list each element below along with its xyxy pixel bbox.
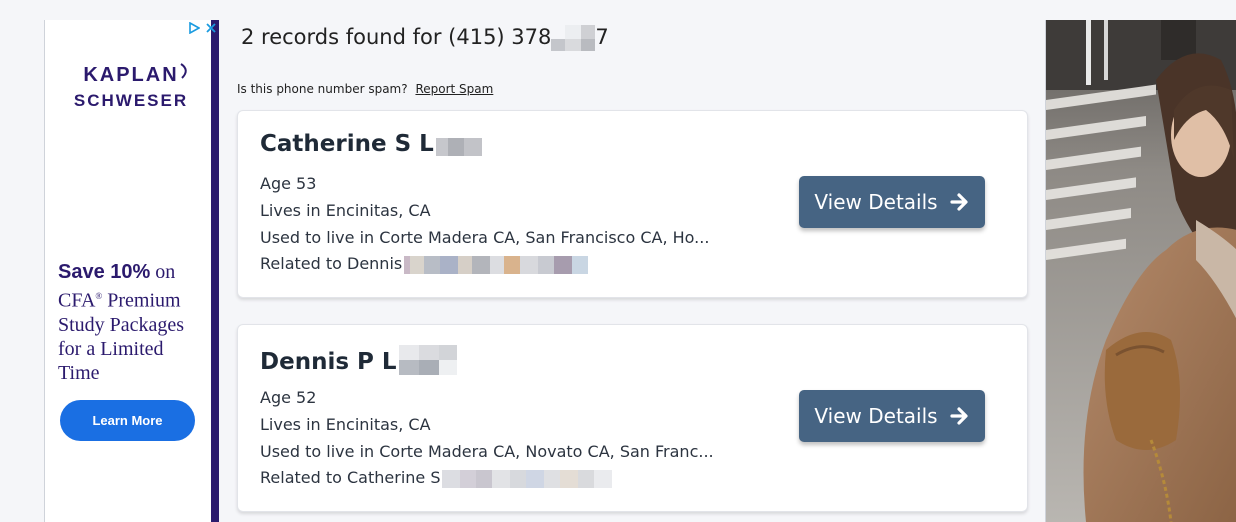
record-name: Dennis P L	[260, 345, 457, 375]
ad-headline: Save 10% on CFA® Premium Study Packages f…	[58, 260, 208, 385]
ad-headline-text: on	[150, 261, 176, 283]
record-name: Catherine S L	[260, 131, 482, 157]
report-spam-link[interactable]: Report Spam	[415, 82, 493, 96]
record-name-text: Catherine S L	[260, 131, 434, 157]
record-relatives: Related to Catherine S	[260, 468, 613, 488]
spam-question: Is this phone number spam?	[237, 82, 408, 96]
ad-accent-strip	[211, 20, 219, 522]
learn-more-button[interactable]: Learn More	[60, 400, 195, 441]
record-card: Dennis P L Age 52 Lives in Encinitas, CA…	[237, 324, 1028, 512]
record-relatives-text: Related to Catherine S	[260, 468, 441, 487]
redacted-surname	[435, 136, 482, 156]
view-details-button[interactable]: View Details	[799, 176, 985, 228]
redacted-surname	[398, 345, 457, 375]
logo-swoosh-icon	[180, 63, 187, 79]
arrow-right-icon	[949, 407, 968, 425]
view-details-label: View Details	[814, 404, 938, 428]
ad-photo-woman-with-handbag	[1046, 20, 1236, 522]
right-advertisement[interactable]	[1045, 20, 1236, 522]
records-title-tail: 7	[595, 25, 609, 49]
record-age: Age 53	[260, 174, 317, 193]
record-location: Lives in Encinitas, CA	[260, 415, 431, 434]
logo-brand-bottom: SCHWESER	[73, 91, 189, 110]
records-title-text: 2 records found for (415) 378	[241, 25, 552, 49]
ad-headline-bold: Save 10%	[58, 261, 151, 283]
close-icon[interactable]	[205, 22, 217, 34]
logo-brand-top: KAPLAN	[83, 64, 179, 86]
page-title: 2 records found for (415) 378 7	[241, 25, 609, 51]
spam-prompt: Is this phone number spam? Report Spam	[237, 82, 493, 96]
view-details-button[interactable]: View Details	[799, 390, 985, 442]
redacted-relatives	[404, 255, 589, 274]
record-relatives-text: Related to Dennis	[260, 254, 403, 273]
redacted-relatives	[442, 469, 613, 488]
left-advertisement[interactable]: KAPLAN SCHWESER Save 10% on CFA® Premium …	[44, 20, 219, 522]
arrow-right-icon	[949, 193, 968, 211]
record-relatives: Related to Dennis	[260, 254, 589, 274]
record-past-locations: Used to live in Corte Madera CA, San Fra…	[260, 228, 710, 247]
record-name-text: Dennis P L	[260, 349, 397, 375]
ad-choices[interactable]	[188, 22, 217, 34]
record-age: Age 52	[260, 388, 317, 407]
record-past-locations: Used to live in Corte Madera CA, Novato …	[260, 442, 714, 461]
record-location: Lives in Encinitas, CA	[260, 201, 431, 220]
ad-info-icon[interactable]	[188, 22, 200, 34]
record-card: Catherine S L Age 53 Lives in Encinitas,…	[237, 110, 1028, 298]
view-details-label: View Details	[814, 190, 938, 214]
ad-headline-text: CFA	[58, 289, 96, 312]
redacted-phone-digits	[551, 25, 596, 51]
kaplan-schweser-logo: KAPLAN SCHWESER	[61, 63, 201, 111]
